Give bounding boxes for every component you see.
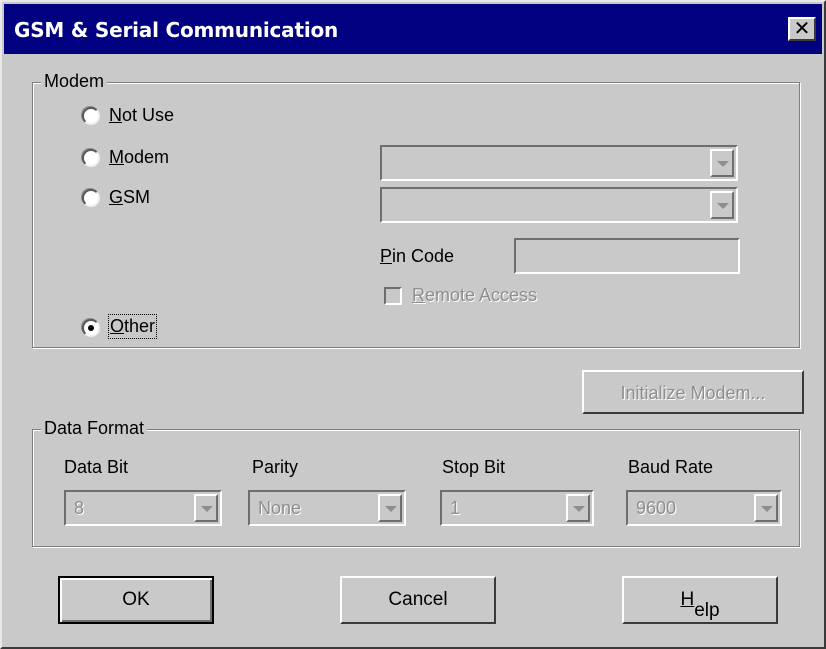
radio-not-use-label[interactable]: Not Use (109, 105, 174, 126)
gsm-serial-dialog: GSM & Serial Communication ✕ Modem Not U… (0, 0, 826, 649)
help-button[interactable]: Help (622, 576, 778, 624)
gsm-combo[interactable] (380, 187, 738, 223)
chevron-down-icon[interactable] (566, 494, 590, 522)
data-format-legend: Data Format (41, 418, 148, 439)
remote-access-checkbox[interactable] (384, 287, 402, 305)
close-icon: ✕ (793, 16, 811, 40)
stop-bit-combo[interactable]: 1 (440, 490, 594, 526)
baud-rate-label: Baud Rate (628, 457, 714, 477)
stop-bit-label: Stop Bit (442, 457, 506, 477)
chevron-down-icon[interactable] (194, 494, 218, 522)
data-bit-label: Data Bit (64, 457, 129, 477)
data-bit-combo[interactable]: 8 (64, 490, 222, 526)
radio-other-button[interactable] (82, 319, 100, 337)
pin-code-label: Pin Code (380, 246, 455, 266)
ok-button[interactable]: OK (58, 576, 214, 624)
initialize-modem-button[interactable]: Initialize Modem... (582, 370, 804, 414)
radio-other-label[interactable]: Other (107, 314, 158, 339)
parity-label: Parity (252, 457, 299, 477)
baud-rate-combo[interactable]: 9600 (626, 490, 782, 526)
data-format-group: Data Format (32, 418, 800, 547)
parity-combo[interactable]: None (248, 490, 406, 526)
radio-selected-dot (88, 325, 94, 331)
chevron-down-icon[interactable] (378, 494, 402, 522)
radio-modem-label[interactable]: Modem (109, 147, 169, 168)
chevron-down-icon[interactable] (710, 149, 734, 177)
modem-combo[interactable] (380, 145, 738, 181)
close-button[interactable]: ✕ (788, 17, 816, 41)
cancel-button[interactable]: Cancel (340, 576, 496, 624)
chevron-down-icon[interactable] (710, 191, 734, 219)
radio-gsm-button[interactable] (82, 189, 100, 207)
modem-group-legend: Modem (41, 71, 108, 92)
remote-access-label[interactable]: Remote Access (412, 285, 537, 306)
radio-modem-button[interactable] (82, 149, 100, 167)
radio-not-use-button[interactable] (82, 107, 100, 125)
radio-gsm-label[interactable]: GSM (109, 187, 150, 208)
pin-code-field[interactable] (514, 238, 740, 274)
title-bar[interactable]: GSM & Serial Communication ✕ (4, 4, 822, 54)
chevron-down-icon[interactable] (754, 494, 778, 522)
window-title: GSM & Serial Communication (14, 18, 339, 42)
